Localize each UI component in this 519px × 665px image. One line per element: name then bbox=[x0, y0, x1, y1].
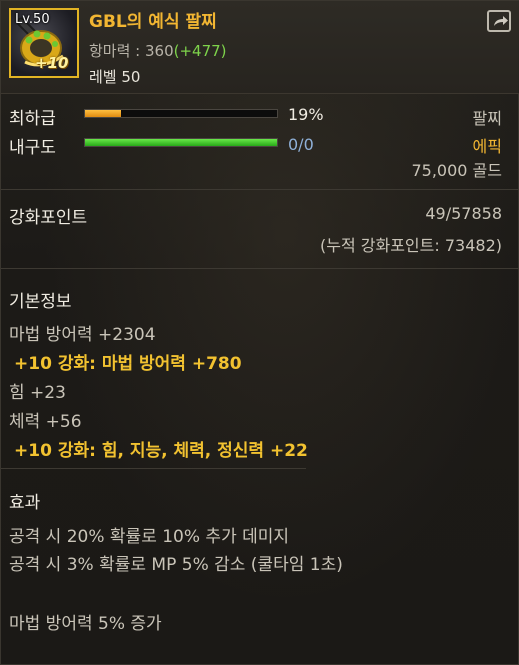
attack-value: 항마력 : 360 bbox=[89, 42, 174, 60]
divider bbox=[1, 468, 306, 469]
grade-percent: 19% bbox=[288, 105, 324, 124]
reinforce-badge: +10 bbox=[35, 54, 69, 72]
rarity: 에픽 bbox=[472, 137, 502, 156]
attack-line: 항마력 : 360(+477) bbox=[89, 40, 227, 61]
durability-value: 0/0 bbox=[288, 135, 314, 154]
durability-bar-fill bbox=[85, 139, 277, 146]
bracelet-icon: Lv.50 +10 bbox=[9, 8, 79, 78]
required-level: 레벨 50 bbox=[89, 68, 141, 86]
effects-title: 효과 bbox=[9, 493, 41, 513]
grade-label: 최하급 bbox=[9, 109, 56, 129]
reinforce-points-cumulative: (누적 강화포인트: 73482) bbox=[320, 236, 502, 255]
divider bbox=[1, 268, 519, 269]
effect-line: 공격 시 20% 확률로 10% 추가 데미지 bbox=[9, 527, 290, 547]
basic-info-bonus-line: +10 강화: 힘, 지능, 체력, 정신력 +22 bbox=[14, 441, 308, 461]
reinforce-points-value: 49/57858 bbox=[425, 204, 502, 223]
item-type: 팔찌 bbox=[472, 109, 502, 128]
item-name: GBL의 예식 팔찌 bbox=[89, 12, 217, 32]
level-badge: Lv.50 bbox=[15, 12, 50, 27]
basic-info-bonus-line: +10 강화: 마법 방어력 +780 bbox=[14, 354, 242, 374]
attack-bonus: (+477) bbox=[173, 42, 227, 60]
tooltip-header: Lv.50 +10 GBL의 예식 팔찌 항마력 : 360(+477) 레벨 … bbox=[1, 1, 519, 94]
divider bbox=[1, 189, 519, 190]
basic-info-line: 체력 +56 bbox=[9, 412, 82, 432]
grade-bar-fill bbox=[85, 110, 122, 117]
basic-info-line: 마법 방어력 +2304 bbox=[9, 325, 156, 345]
reinforce-points-label: 강화포인트 bbox=[9, 208, 88, 228]
basic-info-title: 기본정보 bbox=[9, 292, 72, 312]
durability-label: 내구도 bbox=[9, 138, 56, 158]
share-icon bbox=[494, 16, 508, 26]
durability-bar bbox=[84, 138, 278, 147]
effect-line: 마법 방어력 5% 증가 bbox=[9, 614, 162, 634]
effect-line: 공격 시 3% 확률로 MP 5% 감소 (쿨타임 1초) bbox=[9, 555, 343, 575]
basic-info-line: 힘 +23 bbox=[9, 383, 66, 403]
price: 75,000 골드 bbox=[411, 161, 502, 180]
grade-bar bbox=[84, 109, 278, 118]
item-tooltip: Lv.50 +10 GBL의 예식 팔찌 항마력 : 360(+477) 레벨 … bbox=[0, 0, 519, 665]
share-button[interactable] bbox=[487, 10, 511, 32]
